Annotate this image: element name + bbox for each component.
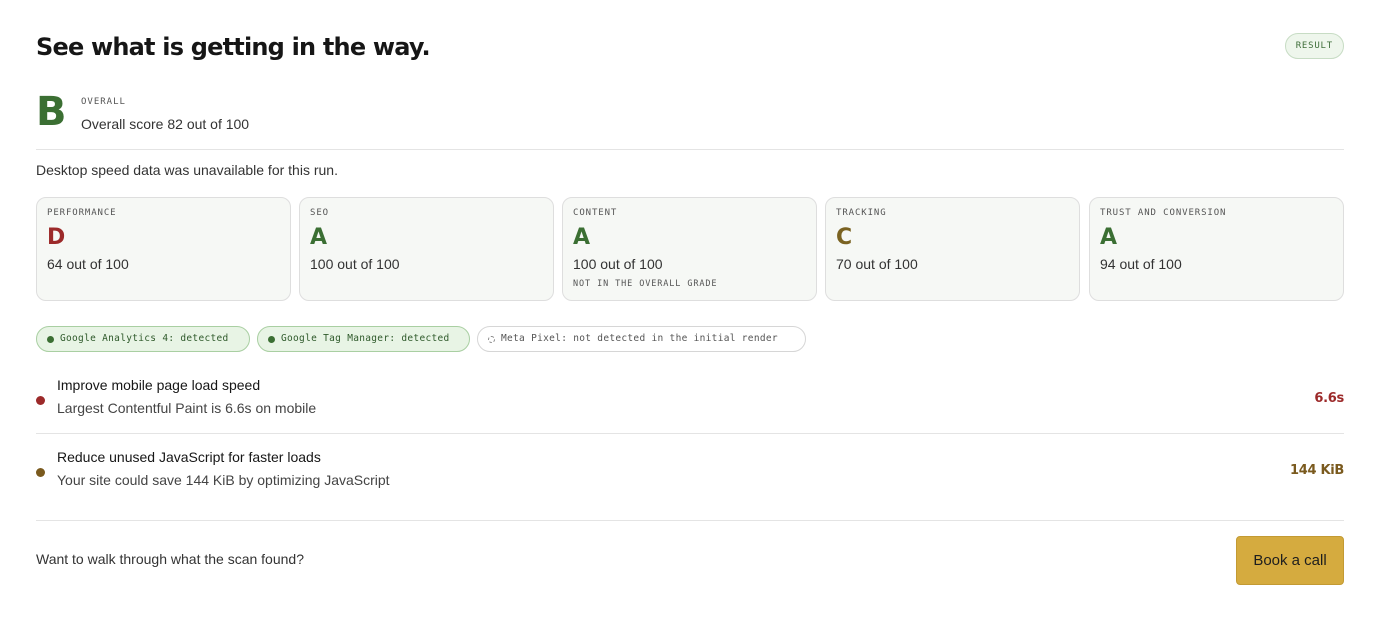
issue-description: Your site could save 144 KiB by optimizi… — [57, 472, 390, 488]
category-card-performance: PERFORMANCE D 64 out of 100 — [36, 197, 291, 301]
category-grade: A — [573, 225, 591, 250]
issue-metric: 6.6s — [1314, 391, 1344, 406]
issue-row: Reduce unused JavaScript for faster load… — [36, 446, 1344, 506]
page-title: See what is getting in the way. — [36, 33, 431, 61]
header: See what is getting in the way. RESULT — [36, 32, 1344, 62]
category-grade: A — [1100, 225, 1118, 250]
result-badge: RESULT — [1284, 33, 1344, 59]
divider — [36, 433, 1344, 434]
category-card-content: CONTENT A 100 out of 100 NOT IN THE OVER… — [562, 197, 817, 301]
overall-score-text: Overall score 82 out of 100 — [81, 116, 250, 132]
category-label: PERFORMANCE — [47, 208, 117, 218]
category-score: 100 out of 100 — [573, 256, 663, 272]
category-grade: C — [836, 225, 853, 250]
pill-label: Google Analytics 4: detected — [60, 333, 229, 344]
category-score: 70 out of 100 — [836, 256, 918, 272]
category-cards: PERFORMANCE D 64 out of 100 SEO A 100 ou… — [36, 197, 1344, 301]
category-score: 100 out of 100 — [310, 256, 400, 272]
tracking-pill-meta-pixel: Meta Pixel: not detected in the initial … — [477, 326, 806, 352]
pill-label: Google Tag Manager: detected — [281, 333, 450, 344]
category-score: 64 out of 100 — [47, 256, 129, 272]
category-score: 94 out of 100 — [1100, 256, 1182, 272]
overall-grade-letter: B — [36, 89, 67, 135]
category-card-seo: SEO A 100 out of 100 — [299, 197, 554, 301]
detected-dot-icon — [268, 336, 275, 343]
tracking-pill-gtm: Google Tag Manager: detected — [257, 326, 470, 352]
severity-dot-icon — [36, 468, 45, 477]
tracking-pills: Google Analytics 4: detected Google Tag … — [36, 326, 1344, 352]
category-label: SEO — [310, 208, 329, 218]
issue-description: Largest Contentful Paint is 6.6s on mobi… — [57, 400, 317, 416]
not-detected-dot-icon — [488, 336, 495, 343]
category-card-trust-and-conversion: TRUST AND CONVERSION A 94 out of 100 — [1089, 197, 1344, 301]
issue-title: Reduce unused JavaScript for faster load… — [57, 449, 321, 465]
overall-label: OVERALL — [81, 97, 126, 107]
divider — [36, 149, 1344, 150]
category-label: CONTENT — [573, 208, 618, 218]
severity-dot-icon — [36, 396, 45, 405]
issue-row: Improve mobile page load speed Largest C… — [36, 374, 1344, 434]
detected-dot-icon — [47, 336, 54, 343]
overall-grade-section: B OVERALL Overall score 82 out of 100 — [36, 90, 636, 134]
issue-metric: 144 KiB — [1289, 463, 1344, 478]
category-label: TRUST AND CONVERSION — [1100, 208, 1227, 218]
pill-label: Meta Pixel: not detected in the initial … — [501, 333, 778, 344]
category-note: NOT IN THE OVERALL GRADE — [573, 279, 718, 289]
book-a-call-button[interactable]: Book a call — [1236, 536, 1344, 585]
tracking-pill-ga4: Google Analytics 4: detected — [36, 326, 250, 352]
footer-prompt: Want to walk through what the scan found… — [36, 551, 304, 567]
desktop-data-note: Desktop speed data was unavailable for t… — [36, 162, 338, 178]
category-grade: A — [310, 225, 328, 250]
category-grade: D — [47, 225, 66, 250]
issue-title: Improve mobile page load speed — [57, 377, 261, 393]
category-label: TRACKING — [836, 208, 887, 218]
divider — [36, 520, 1344, 521]
category-card-tracking: TRACKING C 70 out of 100 — [825, 197, 1080, 301]
